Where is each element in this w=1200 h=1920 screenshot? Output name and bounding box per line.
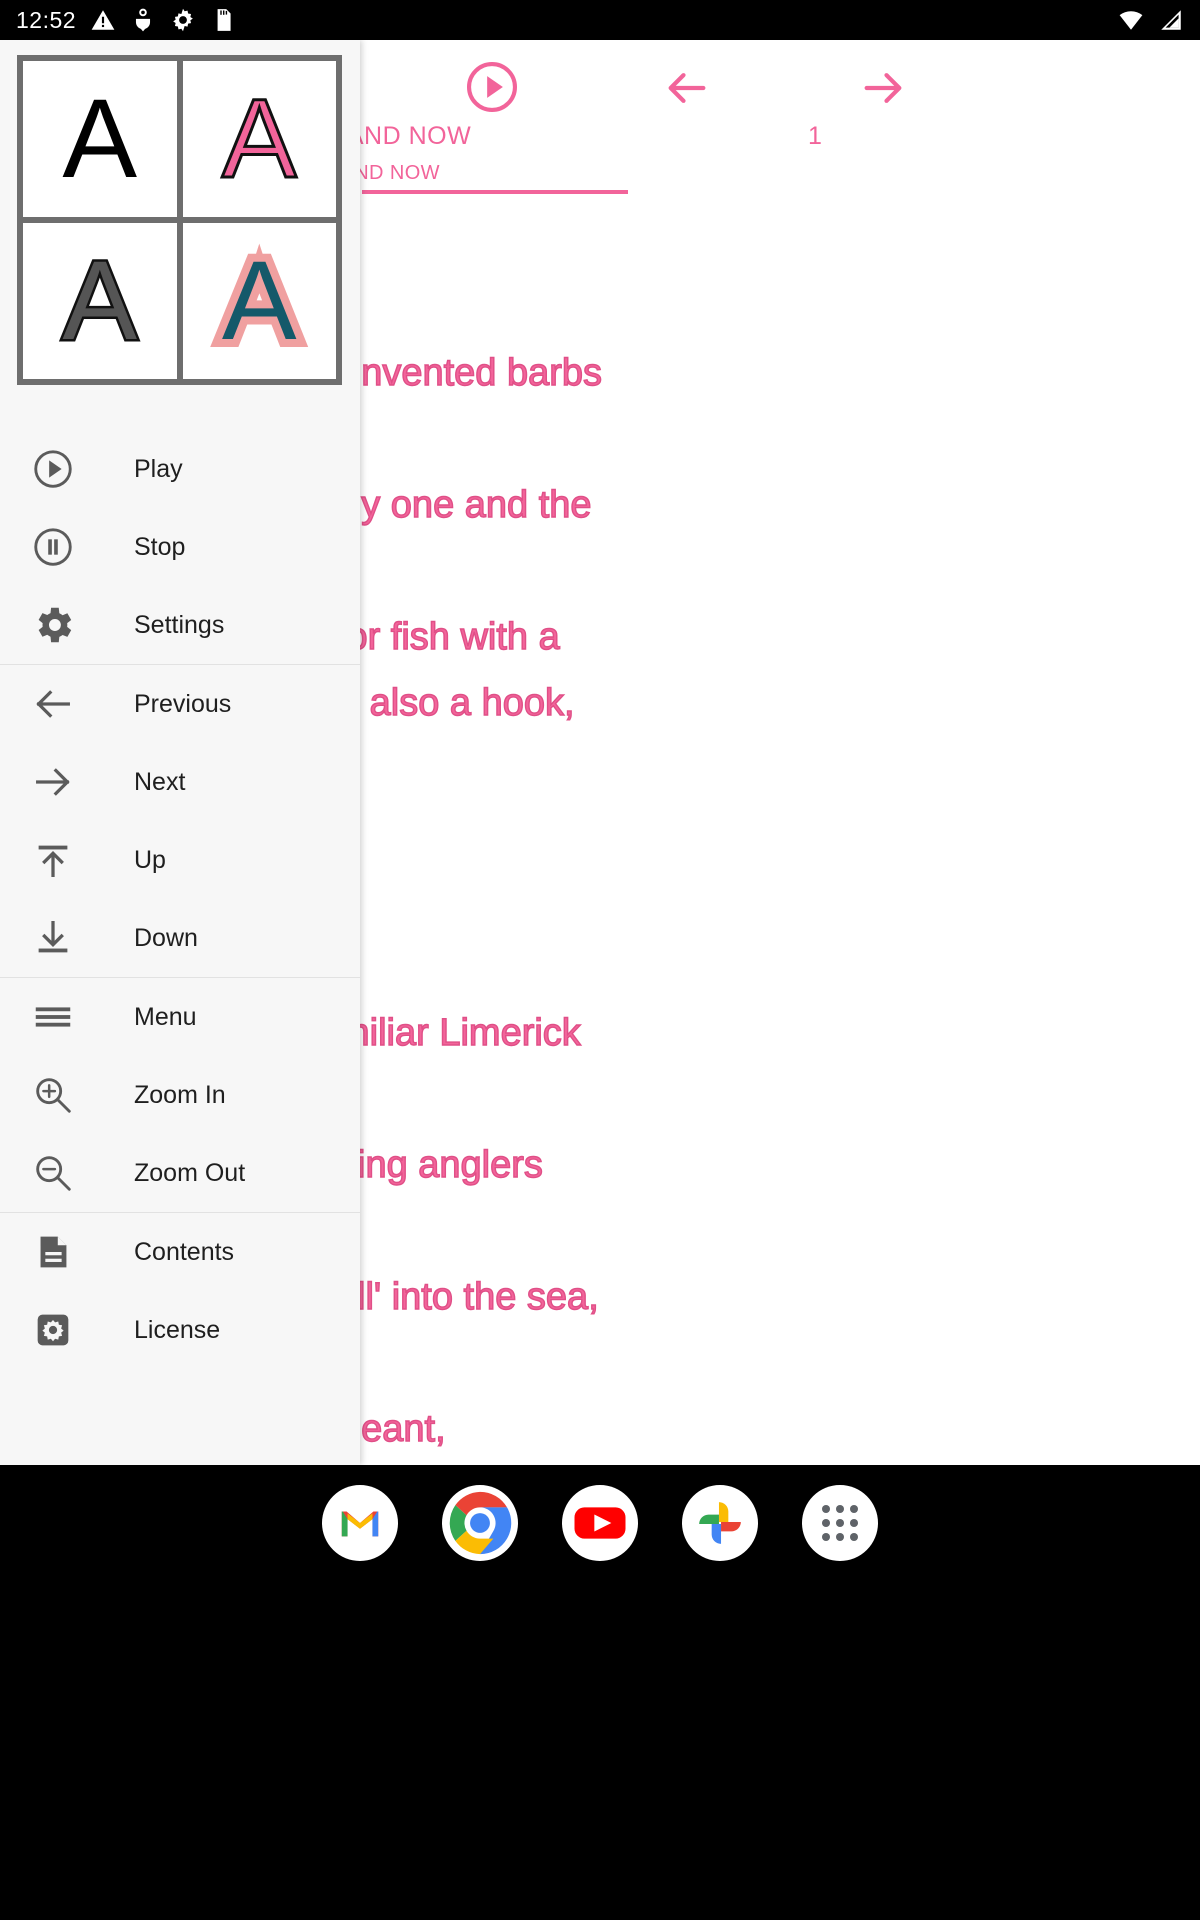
gear-square-icon xyxy=(28,1305,78,1355)
drawer-item-label: Previous xyxy=(134,689,232,718)
style-glyph: A xyxy=(214,237,305,365)
drawer-item-menu[interactable]: Menu xyxy=(0,978,360,1056)
drawer-item-next[interactable]: Next xyxy=(0,743,360,821)
drawer-item-label: License xyxy=(134,1315,221,1344)
drawer-group-info: Contents License xyxy=(0,1213,360,1369)
drawer-item-zoom-in[interactable]: Zoom In xyxy=(0,1056,360,1134)
google-photos-app-icon[interactable] xyxy=(682,1485,758,1561)
side-drawer: A A A A Play Stop Settings Previous Next… xyxy=(0,40,360,1465)
drawer-item-label: Menu xyxy=(134,1002,197,1031)
arrow-right-icon[interactable] xyxy=(855,60,911,116)
drawer-item-stop[interactable]: Stop xyxy=(0,508,360,586)
drawer-menu-list: Play Stop Settings Previous Next Up Down… xyxy=(0,430,360,1369)
wifi-icon xyxy=(1118,7,1144,33)
system-dock xyxy=(0,1465,1200,1920)
document-icon xyxy=(28,1227,78,1277)
play-circle-icon xyxy=(28,444,78,494)
text-style-grid[interactable]: A A A A xyxy=(17,55,342,385)
drawer-item-label: Zoom In xyxy=(134,1080,226,1109)
chrome-app-icon[interactable] xyxy=(442,1485,518,1561)
drawer-item-contents[interactable]: Contents xyxy=(0,1213,360,1291)
sd-card-icon xyxy=(210,7,236,33)
drawer-item-label: Zoom Out xyxy=(134,1158,246,1187)
arrow-to-bottom-icon xyxy=(28,913,78,963)
gear-icon xyxy=(28,600,78,650)
drawer-item-label: Next xyxy=(134,767,186,796)
progress-bar[interactable] xyxy=(362,190,628,194)
hamburger-menu-icon xyxy=(28,992,78,1042)
drawer-item-label: Contents xyxy=(134,1237,235,1266)
drawer-item-play[interactable]: Play xyxy=(0,430,360,508)
status-bar: 12:52 xyxy=(0,0,1200,40)
drawer-item-label: Down xyxy=(134,923,198,952)
drawer-item-label: Stop xyxy=(134,532,186,561)
pause-circle-icon xyxy=(28,522,78,572)
status-bar-right-icons xyxy=(1104,7,1184,33)
drawer-item-label: Play xyxy=(134,454,183,483)
app-drawer-dots xyxy=(822,1505,858,1541)
style-cell-plain-black[interactable]: A xyxy=(23,61,177,217)
drawer-item-license[interactable]: License xyxy=(0,1291,360,1369)
play-circle-icon[interactable] xyxy=(463,58,521,116)
drawer-item-zoom-out[interactable]: Zoom Out xyxy=(0,1134,360,1212)
drawer-item-settings[interactable]: Settings xyxy=(0,586,360,664)
drawer-group-navigation: Previous Next Up Down xyxy=(0,665,360,978)
style-cell-teal-pink-halo[interactable]: A xyxy=(182,223,336,379)
magnifier-minus-icon xyxy=(28,1148,78,1198)
dock-app-row xyxy=(0,1485,1200,1561)
arrow-right-icon xyxy=(28,757,78,807)
warning-triangle-icon xyxy=(90,7,116,33)
style-glyph: A xyxy=(62,76,138,201)
drawer-item-previous[interactable]: Previous xyxy=(0,665,360,743)
drawer-item-up[interactable]: Up xyxy=(0,821,360,899)
cellular-signal-icon xyxy=(1158,7,1184,33)
drawer-item-down[interactable]: Down xyxy=(0,899,360,977)
drawer-item-label: Up xyxy=(134,845,166,874)
drawer-item-label: Settings xyxy=(134,610,225,639)
gmail-app-icon[interactable] xyxy=(322,1485,398,1561)
style-glyph: A xyxy=(220,76,298,201)
status-clock: 12:52 xyxy=(16,6,77,33)
youtube-app-icon[interactable] xyxy=(562,1485,638,1561)
style-cell-pink-outlined[interactable]: A xyxy=(182,61,336,217)
page-number: 1 xyxy=(808,122,822,150)
drawer-group-playback: Play Stop Settings xyxy=(0,430,360,665)
app-drawer-icon[interactable] xyxy=(802,1485,878,1561)
style-glyph: A xyxy=(60,238,140,363)
arrow-left-icon[interactable] xyxy=(659,60,715,116)
arrow-left-icon xyxy=(28,679,78,729)
magnifier-plus-icon xyxy=(28,1070,78,1120)
gear-icon xyxy=(170,7,196,33)
android-debug-icon xyxy=(130,7,156,33)
arrow-to-top-icon xyxy=(28,835,78,885)
drawer-group-view: Menu Zoom In Zoom Out xyxy=(0,978,360,1213)
style-cell-grey-thick-outline[interactable]: A xyxy=(23,223,177,379)
